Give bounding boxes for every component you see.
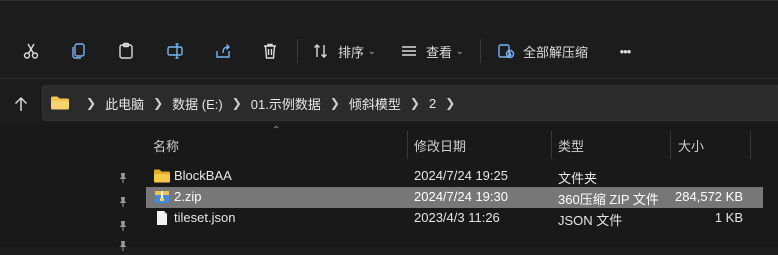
file-row-2-zip[interactable]: 2.zip 2024/7/24 19:30 360压缩 ZIP 文件 284,5…	[146, 187, 763, 208]
copy-button[interactable]	[68, 37, 90, 65]
chevron-right-icon: ❯	[329, 96, 340, 110]
file-type: 文件夹	[558, 171, 598, 186]
breadcrumb-sample-data[interactable]: 01.示例数据	[251, 94, 321, 113]
toolbar-separator	[480, 39, 481, 63]
view-button[interactable]: 查看 ⌄	[400, 37, 464, 65]
toolbar-divider	[0, 78, 778, 79]
extract-all-label: 全部解压缩	[523, 44, 589, 60]
file-modified: 2024/7/24 19:30	[414, 189, 508, 204]
clipboard-icon	[119, 42, 133, 59]
copy-icon	[72, 43, 85, 59]
document-icon	[157, 211, 167, 225]
command-bar: 排序 ⌄ 查看 ⌄ 全部解压缩 •••	[0, 0, 778, 79]
trash-icon	[264, 43, 276, 59]
column-divider[interactable]	[750, 131, 751, 159]
folder-icon	[51, 96, 69, 110]
column-divider[interactable]	[551, 131, 552, 159]
breadcrumb: ❯ 此电脑 ❯ 数据 (E:) ❯ 01.示例数据 ❯ 倾斜模型 ❯ 2 ❯	[77, 94, 464, 113]
sort-button[interactable]: 排序 ⌄	[312, 37, 376, 65]
toolbar-separator	[297, 39, 298, 63]
pin-icon	[117, 196, 129, 208]
share-icon	[216, 44, 230, 58]
arrow-up-icon	[14, 96, 28, 111]
chevron-right-icon: ❯	[86, 96, 97, 110]
breadcrumb-drive[interactable]: 数据 (E:)	[172, 94, 223, 113]
file-modified: 2023/4/3 11:26	[414, 210, 500, 225]
file-type: 360压缩 ZIP 文件	[558, 192, 659, 207]
chevron-right-icon: ❯	[445, 96, 456, 110]
file-name: 2.zip	[174, 189, 202, 204]
extract-icon	[498, 44, 515, 59]
folder-icon	[154, 169, 170, 183]
pin-icon	[117, 172, 129, 184]
sort-label: 排序	[338, 44, 365, 60]
sort-icon	[314, 44, 327, 58]
file-name: tileset.json	[174, 210, 236, 225]
chevron-right-icon: ❯	[409, 96, 420, 110]
chevron-down-icon: ⌄	[368, 45, 376, 56]
rename-icon	[167, 43, 183, 59]
extract-all-button[interactable]: 全部解压缩	[497, 37, 588, 65]
address-bar[interactable]: ❯ 此电脑 ❯ 数据 (E:) ❯ 01.示例数据 ❯ 倾斜模型 ❯ 2 ❯	[42, 85, 778, 121]
pin-icon	[117, 220, 129, 232]
chevron-right-icon: ❯	[231, 96, 242, 110]
view-label: 查看	[426, 44, 453, 60]
scissors-icon	[23, 43, 39, 59]
breadcrumb-current[interactable]: 2	[429, 96, 436, 111]
share-button[interactable]	[212, 37, 234, 65]
chevron-right-icon: ❯	[153, 96, 164, 110]
file-modified: 2024/7/24 19:25	[414, 168, 508, 183]
sort-ascending-icon: ⌃	[272, 125, 281, 136]
file-size: 1 KB	[714, 210, 743, 225]
column-divider[interactable]	[407, 131, 408, 159]
column-divider[interactable]	[670, 131, 671, 159]
column-header-size[interactable]: 大小	[678, 130, 704, 160]
breadcrumb-oblique-model[interactable]: 倾斜模型	[349, 94, 401, 113]
more-options-button[interactable]: •••	[613, 37, 637, 65]
file-name: BlockBAA	[174, 168, 232, 183]
cut-button[interactable]	[20, 37, 42, 65]
rename-button[interactable]	[164, 37, 186, 65]
chevron-down-icon: ⌄	[456, 45, 464, 56]
column-header-modified[interactable]: 修改日期	[414, 130, 466, 160]
file-type: JSON 文件	[558, 213, 623, 228]
pin-icon	[117, 240, 129, 252]
column-header-name[interactable]: 名称	[153, 130, 179, 160]
breadcrumb-this-pc[interactable]: 此电脑	[105, 94, 144, 113]
column-header-type[interactable]: 类型	[558, 130, 584, 160]
delete-button[interactable]	[259, 37, 281, 65]
paste-button[interactable]	[115, 37, 137, 65]
file-row-tileset-json[interactable]: tileset.json 2023/4/3 11:26 JSON 文件 1 KB	[146, 208, 763, 229]
file-row-blockbaa[interactable]: BlockBAA 2024/7/24 19:25 文件夹	[146, 166, 763, 187]
view-list-icon	[402, 46, 416, 56]
zip-archive-icon	[155, 191, 169, 203]
file-size: 284,572 KB	[675, 189, 743, 204]
up-button[interactable]	[12, 95, 30, 113]
